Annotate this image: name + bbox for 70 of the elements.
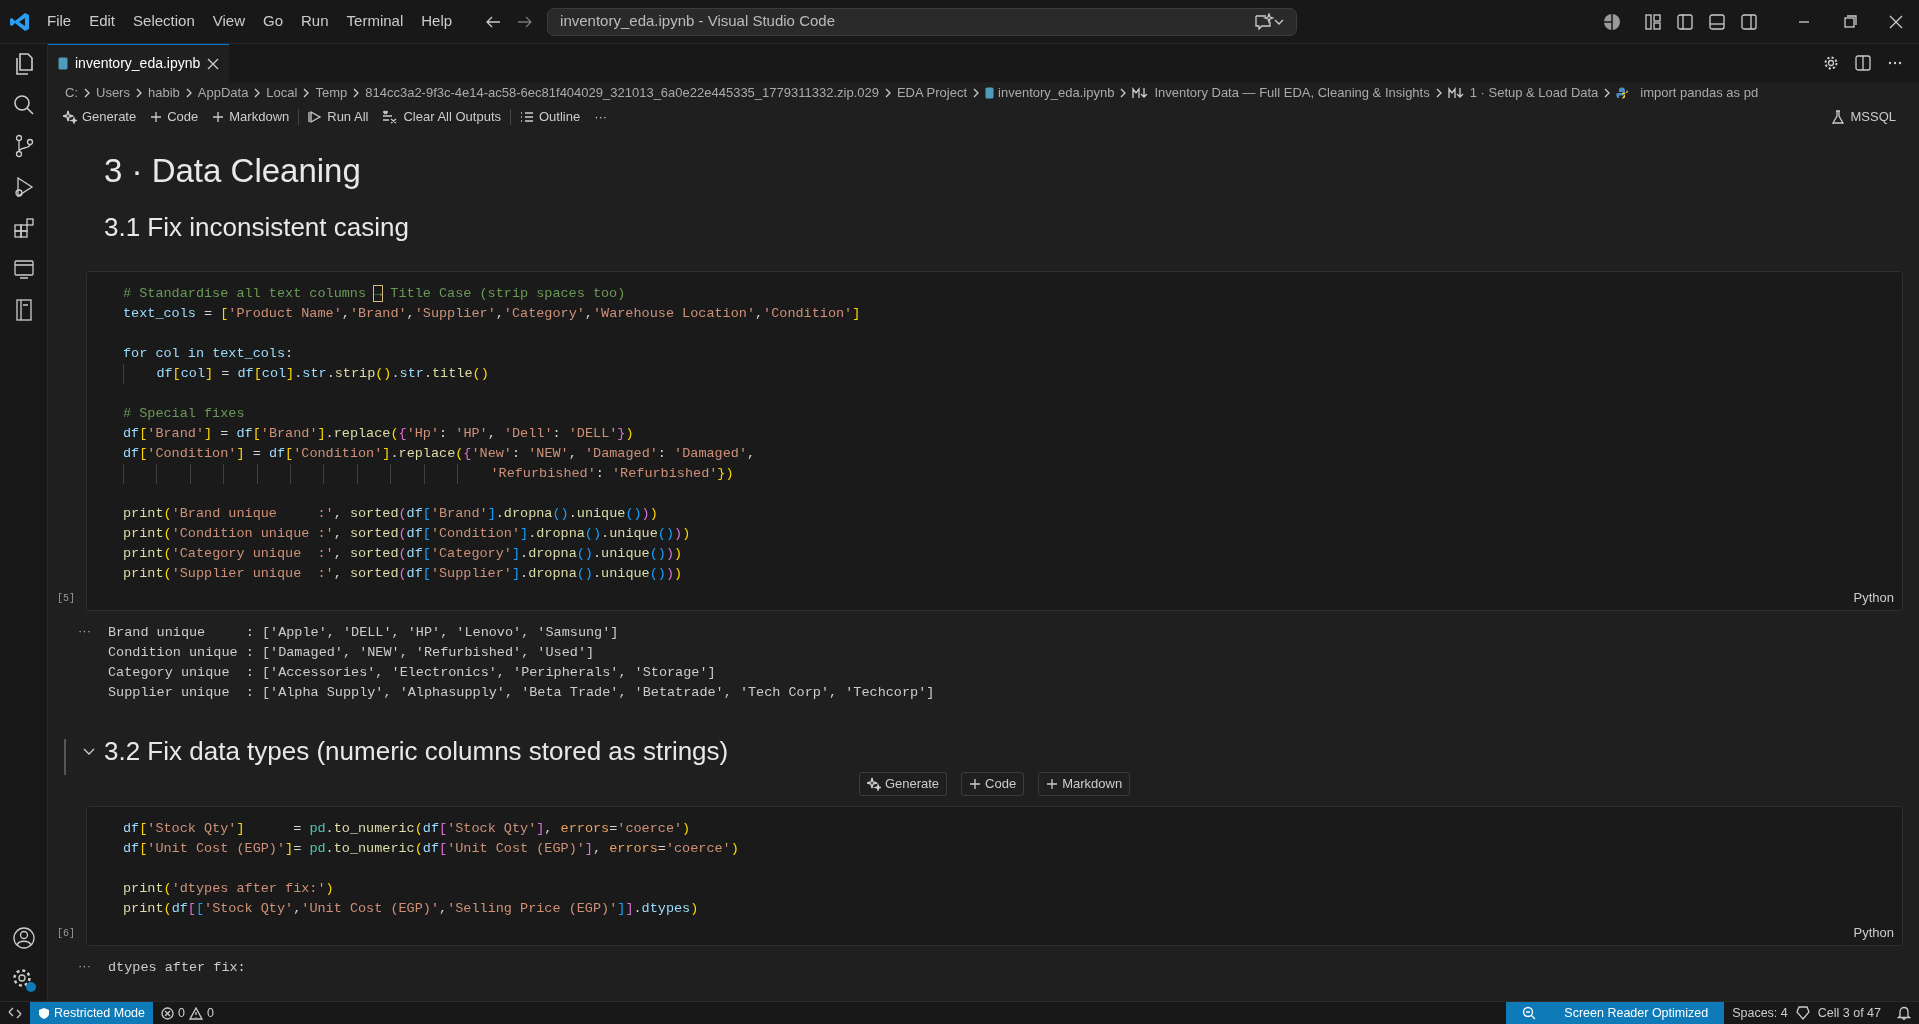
code-line: # Special fixes bbox=[123, 404, 245, 423]
toolbar-button[interactable]: Generate bbox=[56, 105, 144, 129]
more-button[interactable]: ··· bbox=[587, 105, 615, 129]
code-line: # Standardise all text columns → Title Case (strip spaces too) bbox=[123, 284, 626, 303]
code-line: 'Refurbished': 'Refurbished'}) bbox=[123, 463, 734, 484]
breadcrumb-item[interactable]: AppData bbox=[193, 83, 253, 103]
code-line: df['Unit Cost (EGP)']= pd.to_numeric(df['Unit Cost (EGP)'], errors='coerce') bbox=[123, 840, 739, 858]
code-line: print('dtypes after fix:') bbox=[123, 880, 334, 898]
toolbar-button[interactable]: Run All bbox=[301, 105, 376, 129]
breadcrumb-item[interactable]: Users bbox=[92, 83, 134, 103]
breadcrumb-item[interactable]: Inventory Data — Full EDA, Cleaning & Insights bbox=[1128, 83, 1434, 103]
menu-item[interactable]: Help bbox=[412, 6, 462, 37]
code-line: df[col] = df[col].str.strip().str.title() bbox=[123, 363, 489, 384]
output-menu[interactable]: ··· bbox=[78, 622, 108, 703]
code-line: print(df[['Stock Qty','Unit Cost (EGP)','Selling Price (EGP)']].dtypes) bbox=[123, 900, 699, 918]
toolbar-button[interactable]: Outline bbox=[513, 105, 588, 129]
menu-item[interactable]: Terminal bbox=[337, 6, 413, 37]
breadcrumb-item[interactable]: 1 · Setup & Load Data bbox=[1443, 83, 1603, 103]
cell-position-button[interactable]: Cell 3 of 47 bbox=[1809, 1002, 1889, 1024]
breadcrumb-item[interactable]: inventory_eda.ipynb bbox=[981, 83, 1119, 103]
insert-cell-button[interactable]: Generate bbox=[858, 772, 948, 796]
menu-item[interactable]: View bbox=[203, 6, 254, 37]
menu-item[interactable]: Selection bbox=[124, 6, 204, 37]
code-line: print('Supplier unique :', sorted(df['Supplier'].dropna().unique())) bbox=[123, 564, 683, 583]
window-title: inventory_eda.ipynb - Visual Studio Code bbox=[560, 11, 836, 32]
problems-button[interactable]: 0 0 bbox=[153, 1002, 222, 1024]
execution-count: [5] bbox=[57, 591, 75, 606]
language-label[interactable]: Python bbox=[1853, 923, 1894, 943]
breadcrumb-item[interactable]: C: bbox=[61, 83, 82, 103]
toolbar-button[interactable]: Markdown bbox=[205, 105, 297, 129]
screen-reader-button[interactable]: Screen Reader Optimized bbox=[1506, 1002, 1725, 1024]
output-menu[interactable]: ··· bbox=[78, 958, 108, 978]
heading: 3.1 Fix inconsistent casing bbox=[104, 210, 409, 244]
restricted-mode-button[interactable]: Restricted Mode bbox=[30, 1002, 153, 1024]
breadcrumb-item[interactable]: import pandas as pd bbox=[1612, 83, 1763, 103]
code-line: df['Condition'] = df['Condition'].replace({'New': 'NEW', 'Damaged': 'Damaged', bbox=[123, 444, 756, 463]
output-line: dtypes after fix: bbox=[108, 959, 246, 977]
insert-cell-button[interactable]: Markdown bbox=[1038, 772, 1131, 796]
code-line: text_cols = ['Product Name','Brand','Supplier','Category','Warehouse Location','Condition'] bbox=[123, 304, 861, 323]
output-line: Condition unique : ['Damaged', 'NEW', 'Refurbished', 'Used'] bbox=[108, 643, 596, 662]
kernel-button[interactable]: MSSQL bbox=[1824, 105, 1903, 129]
code-line: df['Brand'] = df['Brand'].replace({'Hp': 'HP', 'Dell': 'DELL'}) bbox=[123, 424, 634, 443]
execution-count: [6] bbox=[57, 927, 75, 941]
indentation-button[interactable]: Spaces: 4 bbox=[1724, 1002, 1796, 1024]
toolbar-button[interactable]: Clear All Outputs bbox=[375, 105, 508, 129]
output-line: Brand unique : ['Apple', 'DELL', 'HP', 'Lenovo', 'Samsung'] bbox=[108, 623, 620, 642]
breadcrumb-item[interactable]: EDA Project bbox=[892, 83, 972, 103]
breadcrumb-item[interactable]: 814cc3a2-9f3c-4e14-ac58-6ec81f404029_321013_6a0e22e445335_1779311332.zip.029 bbox=[361, 83, 883, 103]
toolbar-button[interactable]: Code bbox=[143, 105, 206, 129]
code-line: print('Condition unique :', sorted(df['Condition'].dropna().unique())) bbox=[123, 524, 691, 543]
editor-tab[interactable]: inventory_eda.ipynb bbox=[48, 44, 230, 82]
heading: 3.2 Fix data types (numeric columns stored as strings) bbox=[104, 734, 729, 768]
heading: 3 · Data Cleaning bbox=[103, 151, 362, 191]
code-line: for col in text_cols: bbox=[123, 344, 294, 363]
language-label[interactable]: Python bbox=[1853, 588, 1894, 608]
output-line: Supplier unique : ['Alpha Supply', 'Alphasupply', 'Beta Trade', 'Betatrade', 'Tech Corp', 'Techcorp'] bbox=[108, 683, 935, 702]
menu-item[interactable]: Edit bbox=[80, 6, 125, 37]
code-line: print('Category unique :', sorted(df['Category'].dropna().unique())) bbox=[123, 544, 683, 563]
breadcrumb-item[interactable]: Local bbox=[262, 83, 302, 103]
breadcrumb-item[interactable]: Temp bbox=[311, 83, 352, 103]
output-line: Category unique : ['Accessories', 'Electronics', 'Peripherals', 'Storage'] bbox=[108, 663, 717, 682]
menu-item[interactable]: Run bbox=[292, 6, 338, 37]
breadcrumb-item[interactable]: habib bbox=[143, 83, 184, 103]
code-line: df['Stock Qty'] = pd.to_numeric(df['Stock Qty'], errors='coerce') bbox=[123, 820, 691, 838]
tab-label: inventory_eda.ipynb bbox=[75, 54, 201, 73]
insert-cell-button[interactable]: Code bbox=[961, 772, 1025, 796]
code-line: print('Brand unique :', sorted(df['Brand'].dropna().unique())) bbox=[123, 504, 658, 523]
menu-item[interactable]: Go bbox=[254, 6, 292, 37]
command-center-field[interactable]: inventory_eda.ipynb - Visual Studio Code bbox=[547, 7, 1298, 36]
menu-item[interactable]: File bbox=[38, 6, 81, 37]
